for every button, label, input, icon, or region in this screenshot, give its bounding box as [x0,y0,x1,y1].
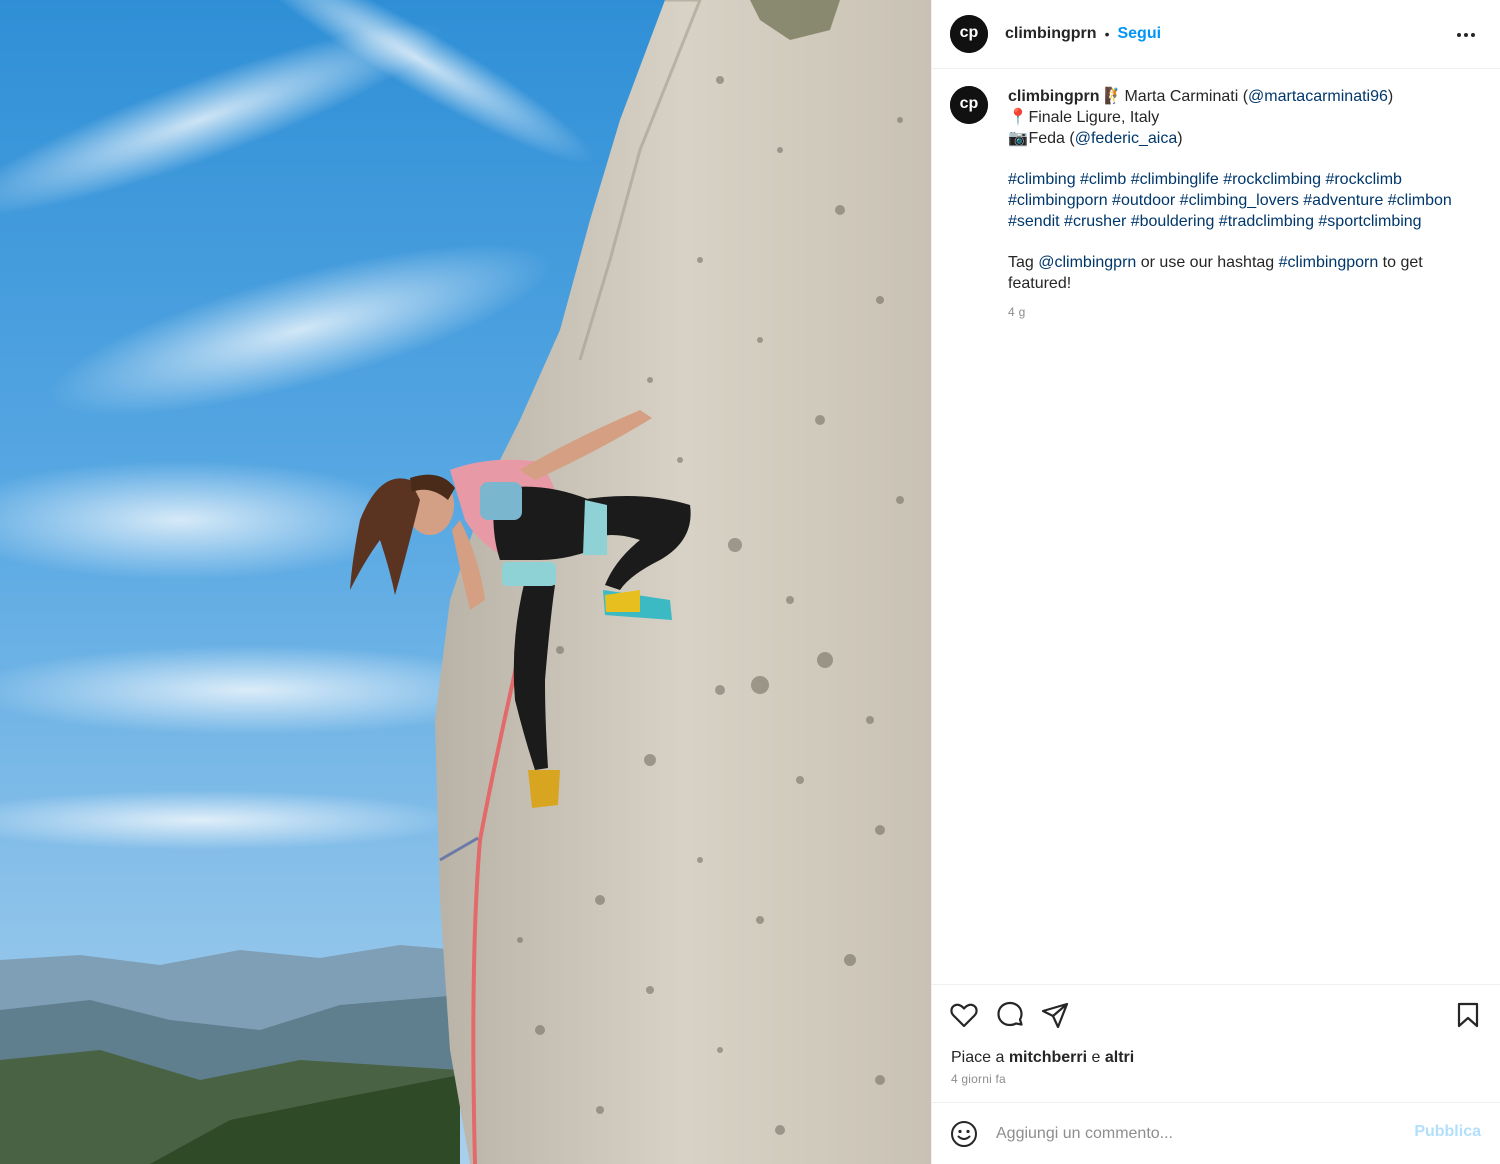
caption-tag-line2: featured! [1008,275,1072,292]
action-bar [932,984,1500,1044]
comment-input[interactable] [996,1121,1396,1147]
caption-location: Finale Ligure, Italy [1028,109,1160,126]
caption-text: climbingprn 🧗 Marta Carminati (@martacar… [1008,86,1478,323]
likes-others-link[interactable]: altri [1105,1049,1134,1066]
mention-link[interactable]: @federic_aica [1075,130,1178,147]
svg-text:cp: cp [960,24,979,41]
liker-username[interactable]: mitchberri [1009,1049,1087,1066]
hashtag-line[interactable]: #climbing #climb #climbinglife #rockclim… [1008,169,1478,190]
header-separator: • [1104,26,1110,42]
post-header: cp climbingprn • Segui [932,0,1500,69]
comment-bar: Pubblica [932,1102,1500,1164]
heart-icon[interactable] [949,1000,979,1030]
climber-photo-image [0,0,931,1164]
caption-time[interactable]: 4 g [1008,302,1478,323]
follow-button[interactable]: Segui [1117,25,1161,43]
caption-block: cp climbingprn 🧗 Marta Carminati (@marta… [950,86,1485,323]
camera-emoji: 📷 [1008,130,1028,147]
hashtag-link[interactable]: #climbingporn [1279,254,1379,271]
caption-avatar-icon[interactable]: cp [950,86,988,124]
comment-bubble-icon[interactable] [995,1000,1025,1030]
smiley-icon[interactable] [949,1119,979,1149]
header-username[interactable]: climbingprn [1005,25,1097,43]
caption-line3-text: Feda ( [1028,130,1075,147]
caption-line1-text: Marta Carminati ( [1124,88,1249,105]
mention-link[interactable]: @martacarminati96 [1248,88,1388,105]
climber-emoji: 🧗 [1104,88,1124,105]
hashtag-line[interactable]: #sendit #crusher #bouldering #tradclimbi… [1008,211,1478,232]
bookmark-icon[interactable] [1453,1000,1483,1030]
svg-text:cp: cp [960,95,979,112]
mention-link[interactable]: @climbingprn [1038,254,1136,271]
publish-button[interactable]: Pubblica [1414,1123,1481,1141]
post-side-panel: cp climbingprn • Segui cp climbingprn 🧗 … [931,0,1500,1164]
location-pin-emoji: 📍 [1008,109,1028,126]
caption-username[interactable]: climbingprn [1008,88,1100,105]
likes-summary: Piace a mitchberri e altri [951,1049,1135,1066]
hashtag-line[interactable]: #climbingporn #outdoor #climbing_lovers … [1008,190,1478,211]
more-options-icon[interactable] [1453,22,1479,48]
post-timestamp[interactable]: 4 giorni fa [951,1072,1006,1086]
post-photo[interactable] [0,0,931,1164]
climbingprn-logo-icon[interactable]: cp [950,15,988,53]
paper-plane-icon[interactable] [1040,1000,1070,1030]
